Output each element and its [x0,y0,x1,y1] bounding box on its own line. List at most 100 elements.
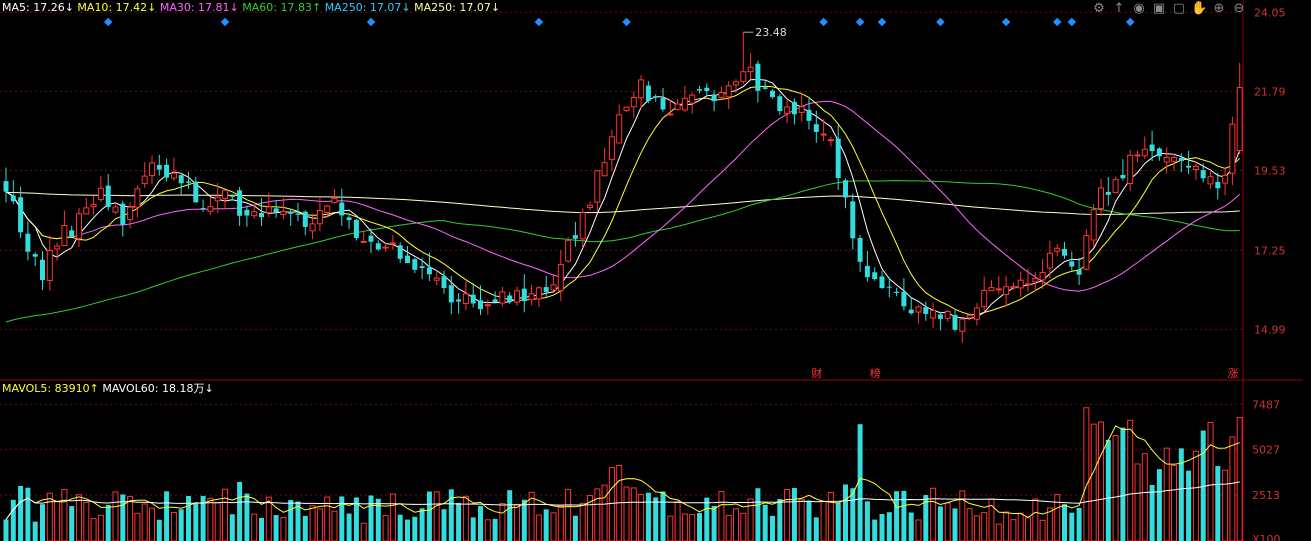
volume-bar [1134,463,1141,541]
box-icon[interactable]: ▣ [1151,1,1167,17]
candle-body [280,210,287,216]
candle-body [681,97,688,111]
candle-body [959,318,966,332]
volume-bar [484,519,491,541]
candle-body [740,71,747,82]
volume-bar [704,497,710,541]
candle-body [164,164,170,178]
volume-bar [770,515,775,541]
volume-bar [864,501,870,541]
candle-body [952,314,958,330]
price-tick-label: 24.05 [1254,6,1286,19]
candle-body [572,235,578,239]
ma30-line [5,100,1241,292]
candle-body [850,201,856,239]
candle-body [1192,165,1199,171]
volume-bar [550,512,557,541]
lock-icon[interactable]: ▢ [1171,1,1187,17]
volume-bar [412,516,418,541]
volume-bar [105,505,111,541]
event-diamond-marker [366,17,376,27]
volume-bar [762,504,768,541]
eye-icon[interactable]: ◉ [1131,1,1147,17]
candle-body [229,195,235,197]
hand-icon[interactable]: ✋ [1191,1,1207,17]
candle-body [798,106,805,113]
stock-chart[interactable]: 24.05 21.79 19.53 17.25 14.99 7487 5027 2513 X10… [0,0,1311,541]
zoom-in-icon[interactable]: ⊕ [1211,1,1227,17]
settings-icon[interactable]: ⚙ [1091,1,1107,17]
volume-bar [368,495,374,541]
candle-body [507,295,513,302]
volume-bar [557,505,564,541]
candle-body [1127,154,1134,185]
event-diamond-marker [622,17,631,27]
volume-bar [40,504,45,541]
volume-bar [316,508,323,541]
candle-body [1032,278,1039,283]
volume-bar [1236,417,1243,541]
volume-bar [944,502,951,541]
volume-bar [1171,464,1177,541]
volume-bar [1149,485,1155,541]
candle-body [528,293,535,301]
volume-bar [1017,512,1024,541]
candle-body [273,208,279,213]
candle-body [630,96,637,108]
volume-bar [1090,423,1097,541]
candle-body [456,299,462,302]
price-tick-label: 19.53 [1254,164,1286,177]
candle-body [499,291,506,304]
volume-bar [229,514,235,541]
ma5-line [5,78,1241,320]
price-tick-label: 17.25 [1254,244,1286,257]
volume-bar [1010,519,1017,541]
candle-body [244,209,250,216]
vol-legend-item-1: MAVOL60: 18.18万↓ [102,382,214,395]
candle-body [806,109,812,121]
volume-bar [156,519,162,541]
candle-body [90,204,97,208]
candle-body [711,94,717,102]
volume-tick-label: 2513 [1252,489,1280,502]
candle-body [886,286,892,288]
volume-bars [3,407,1243,541]
candle-body [484,304,491,307]
candle-body [462,293,469,304]
candlestick-series [3,32,1243,343]
chart-toolbar: ⚙ ↑ ◉ ▣ ▢ ✋ ⊕ ⊖ [1091,1,1247,17]
volume-bar [259,517,264,541]
volume-bar [973,515,980,541]
arrow-up-icon[interactable]: ↑ [1111,1,1127,17]
candle-body [608,136,615,160]
volume-bar [1062,504,1067,541]
volume-bar [806,500,812,541]
event-diamond-marker [936,17,945,27]
candle-body [565,240,572,262]
candle-body [747,66,754,73]
volume-bar [1222,469,1229,541]
price-tick-label: 14.99 [1254,323,1286,336]
candle-body [601,162,608,177]
zoom-out-icon[interactable]: ⊖ [1231,1,1247,17]
volume-bar [302,515,308,541]
candle-body [725,85,732,98]
candle-body [170,172,177,179]
volume-bar [966,508,973,541]
volume-bar [755,488,761,541]
event-diamond-marker [877,17,887,27]
volume-bar [908,512,914,541]
candle-body [755,63,761,91]
candle-body [827,139,834,142]
candle-body [791,101,797,115]
volume-bar [441,509,447,541]
candle-body [908,309,914,314]
candle-body [375,243,381,250]
candle-body [623,106,630,112]
ma-legend-item-3: MA60: 17.83↑ [242,1,325,14]
volume-bar [426,491,432,541]
candle-body [97,187,104,201]
volume-bar [1069,512,1075,541]
volume-bar [535,514,542,541]
candle-body [1090,209,1097,241]
